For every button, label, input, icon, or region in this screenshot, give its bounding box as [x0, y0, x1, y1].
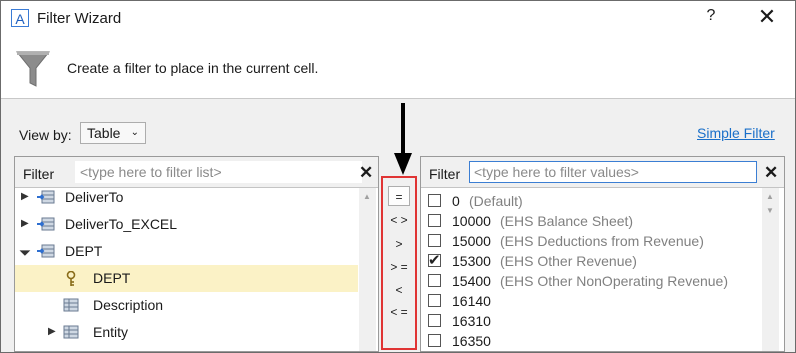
value-description: (Default) [469, 193, 523, 209]
value-checkbox[interactable] [428, 334, 441, 347]
checkmark-icon: ✔ [428, 252, 441, 269]
value-list-scrollbar[interactable]: ▲ ▼ [762, 188, 779, 351]
op-less-equal-button[interactable]: < = [388, 302, 410, 322]
window-title: Filter Wizard [37, 10, 122, 27]
operator-buttons: = < > > > = < < = [381, 176, 417, 350]
header-instruction: Create a filter to place in the current … [67, 60, 319, 76]
simple-filter-link[interactable]: Simple Filter [697, 125, 775, 141]
value-row[interactable]: 10000 (EHS Balance Sheet) [421, 211, 761, 231]
op-less-button[interactable]: < [388, 280, 410, 300]
field-tree-scrollbar[interactable]: ▲ [359, 188, 376, 351]
value-row[interactable]: 16310 [421, 311, 761, 331]
title-bar: A Filter Wizard ? ✕ [1, 1, 795, 36]
expand-icon[interactable]: ▶ [48, 326, 56, 337]
table-link-icon [37, 244, 55, 258]
list-filter-row: Filter <type here to filter list> ✕ [15, 157, 378, 188]
tree-item-deliverto-excel[interactable]: ▶ DeliverTo_EXCEL [15, 211, 358, 238]
value-checkbox[interactable] [428, 314, 441, 327]
value-filter-input[interactable]: <type here to filter values> [469, 161, 757, 183]
table-link-icon [37, 190, 55, 204]
view-by-select[interactable]: Table ⌄ [80, 122, 146, 144]
key-icon [66, 271, 76, 286]
value-row[interactable]: ✔ 15300 (EHS Other Revenue) [421, 251, 761, 271]
value-code: 15400 [452, 273, 491, 289]
value-checkbox[interactable] [428, 214, 441, 227]
value-description: (EHS Other Revenue) [500, 253, 637, 269]
value-filter-label: Filter [429, 166, 461, 182]
expand-icon[interactable]: ▶ [21, 218, 29, 229]
list-filter-label: Filter [23, 166, 55, 182]
chevron-down-icon: ⌄ [130, 127, 139, 138]
table-link-icon [37, 217, 55, 231]
value-code: 16140 [452, 293, 491, 309]
tree-item-dept[interactable]: ◢ DEPT [15, 238, 358, 265]
tree-item-label: DeliverTo_EXCEL [65, 216, 178, 232]
scroll-down-icon[interactable]: ▼ [766, 206, 774, 215]
value-checkbox[interactable] [428, 274, 441, 287]
value-row[interactable]: 16140 [421, 291, 761, 311]
value-code: 15300 [452, 253, 491, 269]
funnel-icon [16, 51, 50, 87]
value-description: (EHS Other NonOperating Revenue) [500, 273, 728, 289]
tree-item-dept-key[interactable]: DEPT [15, 265, 358, 292]
op-greater-button[interactable]: > [388, 234, 410, 254]
value-row[interactable]: 15400 (EHS Other NonOperating Revenue) [421, 271, 761, 291]
tree-item-entity[interactable]: ▶ Entity [15, 319, 358, 346]
value-list-panel: Filter <type here to filter values> ✕ 0 … [420, 156, 785, 352]
tree-item-description[interactable]: Description [15, 292, 358, 319]
value-code: 0 [452, 193, 460, 209]
value-list: 0 (Default) 10000 (EHS Balance Sheet) 15… [421, 188, 761, 351]
value-description: (EHS Deductions from Revenue) [500, 233, 704, 249]
value-code: 15000 [452, 233, 491, 249]
value-description: (EHS Balance Sheet) [500, 213, 634, 229]
table-icon [63, 325, 79, 339]
op-equals-button[interactable]: = [388, 186, 410, 206]
callout-arrow-icon [394, 103, 412, 175]
value-row[interactable]: 0 (Default) [421, 191, 761, 211]
table-icon [63, 298, 79, 312]
value-filter-row: Filter <type here to filter values> ✕ [421, 157, 784, 188]
app-icon: A [11, 9, 29, 27]
collapse-icon[interactable]: ◢ [18, 244, 31, 257]
tree-item-label: Description [93, 297, 164, 313]
clear-list-filter-icon[interactable]: ✕ [359, 163, 373, 183]
value-code: 10000 [452, 213, 491, 229]
help-button[interactable]: ? [701, 7, 721, 29]
tree-item-label: Entity [93, 324, 129, 340]
field-list-panel: Filter <type here to filter list> ✕ ▶ De… [14, 156, 379, 352]
wizard-header: Create a filter to place in the current … [1, 36, 795, 99]
value-checkbox[interactable] [428, 294, 441, 307]
expand-icon[interactable]: ▶ [21, 191, 29, 202]
clear-value-filter-icon[interactable]: ✕ [764, 163, 778, 183]
value-checkbox[interactable] [428, 234, 441, 247]
tree-item-label: DEPT [65, 243, 103, 259]
value-checkbox[interactable]: ✔ [428, 252, 441, 269]
value-code: 16310 [452, 313, 491, 329]
list-filter-input[interactable]: <type here to filter list> [75, 161, 362, 183]
filter-wizard-dialog: A Filter Wizard ? ✕ Create a filter to p… [0, 0, 796, 353]
scroll-up-icon[interactable]: ▲ [766, 192, 774, 201]
scroll-up-icon[interactable]: ▲ [363, 192, 371, 201]
value-checkbox[interactable] [428, 194, 441, 207]
op-greater-equal-button[interactable]: > = [388, 257, 410, 277]
tree-item-label: DEPT [93, 270, 131, 286]
value-row[interactable]: 15000 (EHS Deductions from Revenue) [421, 231, 761, 251]
view-by-label: View by: [19, 127, 72, 143]
view-by-selected: Table [87, 125, 121, 141]
field-tree: ▶ DeliverTo ▶ DeliverTo_EXCEL ◢ DEPT DEP… [15, 188, 358, 351]
value-row[interactable]: 16350 [421, 331, 761, 351]
close-button[interactable]: ✕ [753, 5, 781, 31]
value-code: 16350 [452, 333, 491, 349]
tree-item-deliverto[interactable]: ▶ DeliverTo [15, 188, 358, 211]
op-not-equals-button[interactable]: < > [388, 210, 410, 230]
tree-item-label: DeliverTo [65, 189, 124, 205]
